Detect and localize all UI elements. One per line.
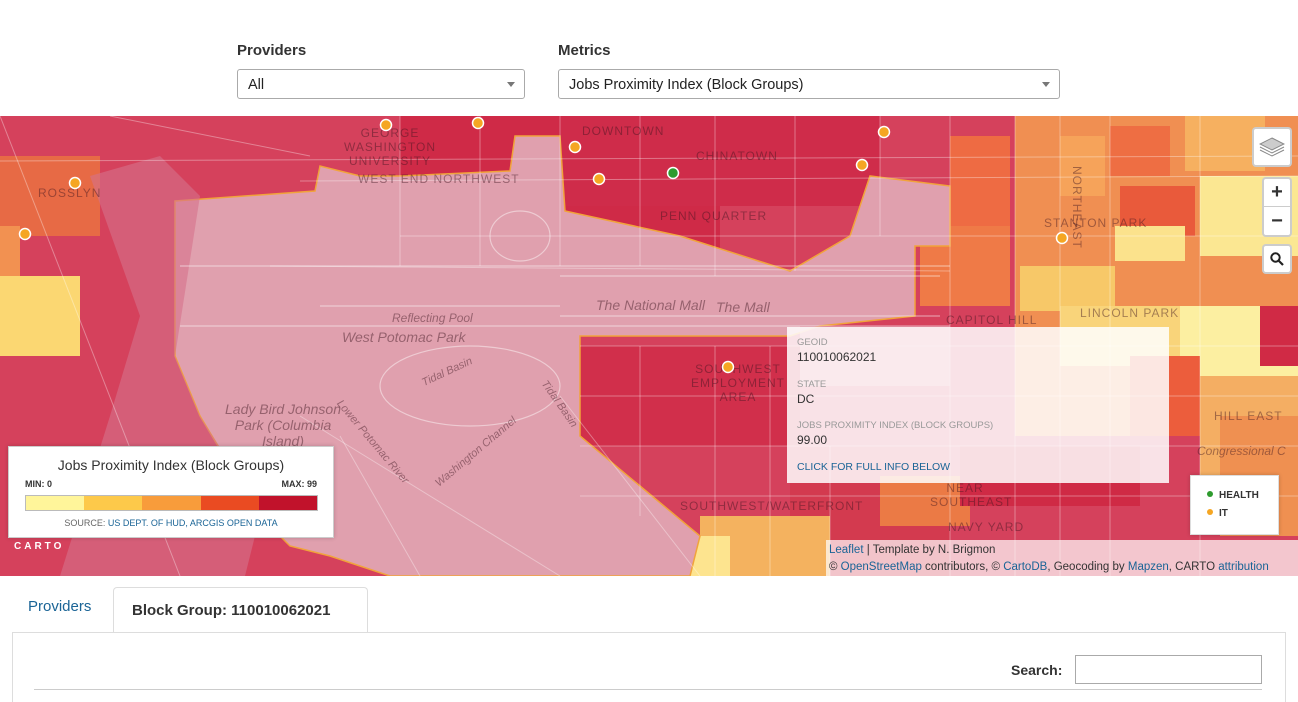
legend-source: SOURCE: US DEPT. OF HUD, ARCGIS OPEN DAT…: [9, 518, 333, 528]
attribution-contrib: contributors, ©: [921, 561, 1004, 573]
legend-swatch: [84, 496, 143, 510]
providers-select[interactable]: All: [237, 69, 525, 99]
metrics-select-value: Jobs Proximity Index (Block Groups): [569, 77, 804, 93]
attribution-template: | Template by N. Brigmon: [863, 544, 996, 556]
health-dot-icon: [1207, 491, 1213, 497]
attribution-carto: , CARTO: [1168, 561, 1219, 573]
popup-geoid-value: 110010062021: [797, 350, 877, 364]
legend-swatch: [26, 496, 85, 510]
popup-geoid-label: GEOID: [797, 337, 828, 348]
leaflet-link[interactable]: Leaflet: [829, 544, 864, 556]
it-point: [568, 140, 582, 154]
tabs-section: Providers Block Group: 110010062021 Sear…: [0, 576, 1298, 702]
layers-control[interactable]: [1252, 127, 1292, 167]
layers-icon: [1259, 137, 1285, 157]
legend-title: Jobs Proximity Index (Block Groups): [57, 457, 285, 473]
popup-state-value: DC: [797, 392, 815, 406]
popup-metric-label: JOBS PROXIMITY INDEX (BLOCK GROUPS): [797, 420, 994, 431]
legend-color-scale: [25, 495, 318, 511]
search-label: Search:: [1011, 662, 1063, 678]
it-point: [877, 125, 891, 139]
metrics-label: Metrics: [558, 42, 611, 59]
table-top-border: [34, 689, 1262, 690]
popup-full-info-link[interactable]: CLICK FOR FULL INFO BELOW: [797, 461, 950, 473]
attribution-link[interactable]: attribution: [1218, 561, 1269, 573]
legend-swatch: [200, 496, 259, 510]
attribution-copy: ©: [829, 561, 841, 573]
legend-swatch: [258, 496, 318, 510]
legend-source-link[interactable]: US DEPT. OF HUD, ARCGIS OPEN DATA: [108, 518, 278, 528]
zoom-in-button[interactable]: +: [1264, 179, 1290, 207]
it-point: [1055, 231, 1069, 245]
it-point: [721, 360, 735, 374]
tab-providers[interactable]: Providers: [12, 588, 107, 625]
point-legend: HEALTH IT: [1190, 475, 1279, 535]
legend-max: MAX: 99: [281, 479, 317, 489]
search-input[interactable]: [1075, 655, 1262, 684]
osm-link[interactable]: OpenStreetMap: [841, 561, 922, 573]
it-point: [18, 227, 32, 241]
providers-select-value: All: [248, 77, 265, 93]
search-icon: [1270, 252, 1284, 266]
filter-bar: Providers All Metrics Jobs Proximity Ind…: [0, 0, 1298, 116]
zoom-control: + −: [1262, 177, 1292, 237]
tab-block-group[interactable]: Block Group: 110010062021: [113, 587, 368, 633]
chevron-down-icon: [507, 82, 515, 87]
map-search-button[interactable]: [1262, 244, 1292, 274]
attribution-geocoding: , Geocoding by: [1047, 561, 1128, 573]
point-legend-health: HEALTH: [1207, 490, 1259, 501]
info-popup: GEOID 110010062021 STATE DC JOBS PROXIMI…: [787, 327, 1169, 483]
metrics-select[interactable]: Jobs Proximity Index (Block Groups): [558, 69, 1060, 99]
zoom-out-button[interactable]: −: [1264, 207, 1290, 235]
it-point: [379, 118, 393, 132]
it-point: [68, 176, 82, 190]
point-legend-it-label: IT: [1219, 508, 1228, 519]
legend-swatch: [142, 496, 201, 510]
it-dot-icon: [1207, 509, 1213, 515]
cartodb-link[interactable]: CartoDB: [1003, 561, 1047, 573]
it-point: [592, 172, 606, 186]
mapzen-link[interactable]: Mapzen: [1128, 561, 1169, 573]
it-point: [855, 158, 869, 172]
popup-metric-value: 99.00: [797, 433, 828, 447]
point-legend-health-label: HEALTH: [1219, 490, 1259, 501]
health-point: [666, 166, 680, 180]
providers-label: Providers: [237, 42, 307, 59]
chevron-down-icon: [1042, 82, 1050, 87]
choropleth-legend: Jobs Proximity Index (Block Groups) MIN:…: [8, 446, 334, 538]
carto-logo: CARTO: [14, 541, 65, 552]
it-point: [471, 116, 485, 130]
legend-min: MIN: 0: [25, 479, 52, 489]
point-legend-it: IT: [1207, 508, 1228, 519]
map[interactable]: ROSSLYN GEORGE WASHINGTON UNIVERSITY WES…: [0, 116, 1298, 576]
popup-state-label: STATE: [797, 379, 827, 390]
map-attribution: Leaflet | Template by N. Brigmon © OpenS…: [826, 540, 1298, 576]
legend-source-prefix: SOURCE:: [64, 518, 108, 528]
